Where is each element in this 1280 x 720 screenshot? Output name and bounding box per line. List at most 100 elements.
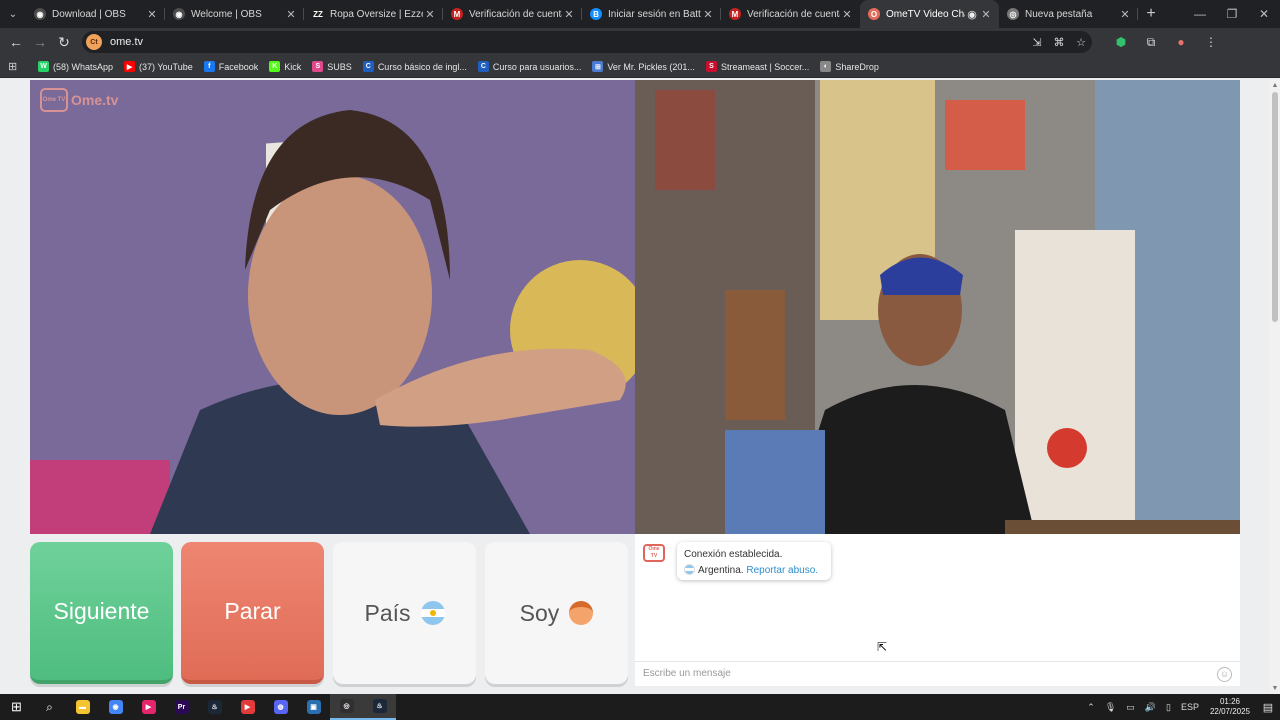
bookmark-favicon-icon: K <box>269 61 281 72</box>
scroll-up-icon[interactable]: ▲ <box>1270 82 1280 89</box>
bookmark-label: Facebook <box>218 61 259 72</box>
argentina-flag-icon <box>684 564 695 575</box>
close-tab-icon[interactable]: ✕ <box>979 8 993 21</box>
taskbar-chrome-icon[interactable]: ◉ <box>99 694 132 720</box>
bookmark-item[interactable]: f Facebook <box>203 61 259 72</box>
battery-icon[interactable]: ▯ <box>1166 702 1171 713</box>
forward-button[interactable]: → <box>28 34 52 50</box>
ometv-chat-logo-icon: Ome TV <box>643 544 665 562</box>
message-placeholder: Escribe un mensaje <box>643 668 731 679</box>
taskbar-steam-icon[interactable]: ♨ <box>198 694 231 720</box>
file-explorer-icon: ▬ <box>75 700 90 714</box>
taskbar-discord-icon[interactable]: ◍ <box>264 694 297 720</box>
report-abuse-link[interactable]: Reportar abuso. <box>746 565 818 576</box>
url-text: ome.tv <box>110 36 144 48</box>
bookmark-favicon-icon: S <box>312 61 324 72</box>
address-bar[interactable]: Ct ome.tv ⇲ ⌘ ☆ <box>82 31 1092 53</box>
profile-avatar-icon[interactable]: ● <box>1166 35 1196 50</box>
premiere-icon: Pr <box>174 700 189 714</box>
tab-favicon-icon: O <box>868 8 880 20</box>
reload-button[interactable]: ↻ <box>52 34 76 51</box>
steam-2-icon: ♨ <box>372 699 387 713</box>
taskbar-media-player-icon[interactable]: ▶ <box>132 694 165 720</box>
close-tab-icon[interactable]: ✕ <box>423 8 437 21</box>
tab-8[interactable]: ◎ Nueva pestaña ✕ <box>999 0 1138 28</box>
close-tab-icon[interactable]: ✕ <box>145 8 159 21</box>
bookmark-item[interactable]: ⊞ Ver Mr. Pickles (201... <box>592 61 695 72</box>
bookmark-item[interactable]: W (58) WhatsApp <box>38 61 113 72</box>
install-app-icon[interactable]: ⇲ <box>1026 36 1048 49</box>
apps-grid-icon[interactable]: ⊞ <box>8 60 28 73</box>
bookmark-item[interactable]: ◐ ShareDrop <box>820 61 879 72</box>
shield-extension-icon[interactable]: ⬢ <box>1106 35 1136 50</box>
restore-button[interactable]: ❐ <box>1216 0 1248 28</box>
bookmark-item[interactable]: C Curso para usuarios... <box>477 61 582 72</box>
tab-4[interactable]: M Verificación de cuenta de✕ <box>443 0 582 28</box>
clock[interactable]: 01:26 22/07/2025 <box>1210 697 1250 717</box>
minimize-button[interactable]: — <box>1184 0 1216 28</box>
taskbar-premiere-icon[interactable]: Pr <box>165 694 198 720</box>
next-button[interactable]: Siguiente <box>30 542 173 684</box>
emoji-icon[interactable]: ☺ <box>1217 667 1232 682</box>
tab-search-button[interactable]: ⌄ <box>0 0 26 28</box>
windows-taskbar: ⊞ ⌕ ▬ ◉ ▶ Pr ♨ ▶ ◍ ▣ ◎ ♨ ⌃ 🎙 ▭ 🔊 ▯ ESP 01:26 22/0… <box>0 694 1280 720</box>
tab-7[interactable]: O OmeTV Video Chat -◉✕ <box>860 0 999 28</box>
tab-strip: ⌄ ◉ Download | OBS ✕ ◉ Welcome | OBS ✕ ZZ Ropa … <box>0 0 1280 28</box>
ometv-logo: Ome TV Ome.tv <box>40 88 118 112</box>
tab-title: Verificación de cuenta de <box>469 8 562 20</box>
bookmark-item[interactable]: ▶ (37) YouTube <box>124 61 193 72</box>
tray-chevron-icon[interactable]: ⌃ <box>1087 702 1095 713</box>
close-tab-icon[interactable]: ✕ <box>701 8 715 21</box>
taskbar-video-app-icon[interactable]: ▶ <box>231 694 264 720</box>
tab-title: Download | OBS <box>52 8 126 20</box>
tab-favicon-icon: ◉ <box>34 8 46 20</box>
close-window-button[interactable]: ✕ <box>1248 0 1280 28</box>
tab-title: Welcome | OBS <box>191 8 262 20</box>
bookmark-item[interactable]: S SUBS <box>312 61 352 72</box>
close-tab-icon[interactable]: ✕ <box>1118 8 1132 21</box>
bookmark-star-icon[interactable]: ☆ <box>1070 36 1092 49</box>
back-button[interactable]: ← <box>4 34 28 50</box>
page-scrollbar[interactable]: ▲ ▼ <box>1270 80 1280 694</box>
gender-button[interactable]: Soy <box>485 542 628 684</box>
search-icon[interactable]: ⌕ <box>33 694 66 720</box>
tab-favicon-icon: B <box>590 8 602 20</box>
video-app-icon: ▶ <box>240 700 255 714</box>
bookmark-favicon-icon: C <box>477 61 489 72</box>
bookmark-favicon-icon: S <box>705 61 717 72</box>
scroll-down-icon[interactable]: ▼ <box>1270 685 1280 692</box>
tab-2[interactable]: ◉ Welcome | OBS ✕ <box>165 0 304 28</box>
bookmark-label: (37) YouTube <box>139 61 193 72</box>
tab-1[interactable]: ◉ Download | OBS ✕ <box>26 0 165 28</box>
taskbar-obs-icon[interactable]: ◎ <box>330 694 363 720</box>
bookmark-item[interactable]: K Kick <box>269 61 301 72</box>
bookmark-item[interactable]: S Streameast | Soccer... <box>705 61 809 72</box>
stop-button[interactable]: Parar <box>181 542 324 684</box>
close-tab-icon[interactable]: ✕ <box>840 8 854 21</box>
message-input[interactable]: Escribe un mensaje ☺ <box>635 661 1240 686</box>
tab-5[interactable]: B Iniciar sesión en Battle.net✕ <box>582 0 721 28</box>
chrome-menu-icon[interactable]: ⋮ <box>1196 35 1226 50</box>
language-indicator[interactable]: ESP <box>1181 702 1199 712</box>
taskbar-remote-app-icon[interactable]: ▣ <box>297 694 330 720</box>
scrollbar-thumb[interactable] <box>1272 92 1278 322</box>
close-tab-icon[interactable]: ✕ <box>284 8 298 21</box>
tab-6[interactable]: M Verificación de cuenta de✕ <box>721 0 860 28</box>
bookmark-item[interactable]: C Curso básico de ingl... <box>362 61 467 72</box>
tab-3[interactable]: ZZ Ropa Oversize | Ezzeta Co✕ <box>304 0 443 28</box>
bookmark-favicon-icon: ▶ <box>124 61 136 72</box>
taskbar-file-explorer-icon[interactable]: ▬ <box>66 694 99 720</box>
new-tab-button[interactable]: + <box>1138 0 1164 28</box>
bookmark-label: Curso para usuarios... <box>492 61 582 72</box>
site-info-icon[interactable]: Ct <box>86 34 102 50</box>
extensions-puzzle-icon[interactable]: ⧉ <box>1136 35 1166 50</box>
country-button[interactable]: País <box>333 542 476 684</box>
translate-icon[interactable]: ⌘ <box>1048 36 1070 49</box>
close-tab-icon[interactable]: ✕ <box>562 8 576 21</box>
start-button[interactable]: ⊞ <box>0 694 33 720</box>
microphone-icon[interactable]: 🎙 <box>1105 702 1116 713</box>
taskbar-steam-2-icon[interactable]: ♨ <box>363 694 396 720</box>
notifications-icon[interactable]: ▤ <box>1256 701 1280 714</box>
volume-icon[interactable]: 🔊 <box>1145 702 1156 713</box>
network-icon[interactable]: ▭ <box>1126 702 1135 713</box>
